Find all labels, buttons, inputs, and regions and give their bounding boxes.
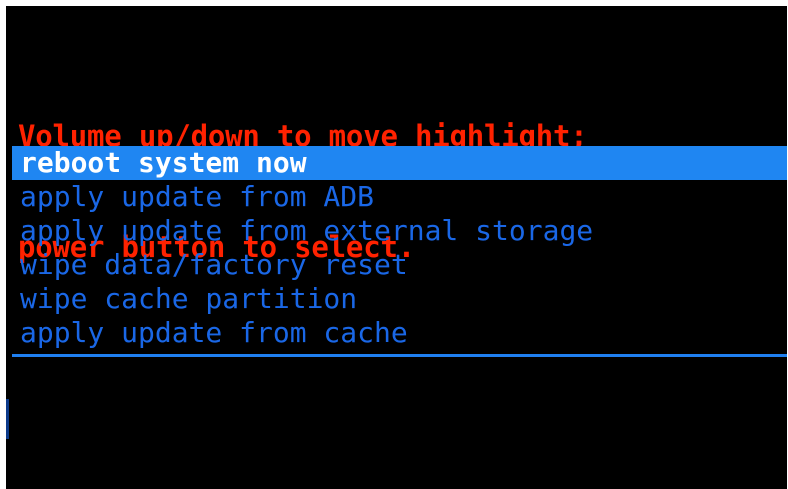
- menu-item-apply-update-cache[interactable]: apply update from cache: [12, 316, 787, 350]
- menu-item-reboot-system-now[interactable]: reboot system now: [12, 146, 787, 180]
- left-edge-mark: [6, 399, 9, 439]
- menu-item-wipe-data-factory-reset[interactable]: wipe data/factory reset: [12, 248, 787, 282]
- recovery-menu: reboot system now apply update from ADB …: [12, 146, 787, 350]
- recovery-screen: Volume up/down to move highlight; power …: [6, 6, 787, 489]
- menu-item-apply-update-adb[interactable]: apply update from ADB: [12, 180, 787, 214]
- menu-item-apply-update-external-storage[interactable]: apply update from external storage: [12, 214, 787, 248]
- menu-item-wipe-cache-partition[interactable]: wipe cache partition: [12, 282, 787, 316]
- menu-divider: [12, 354, 787, 357]
